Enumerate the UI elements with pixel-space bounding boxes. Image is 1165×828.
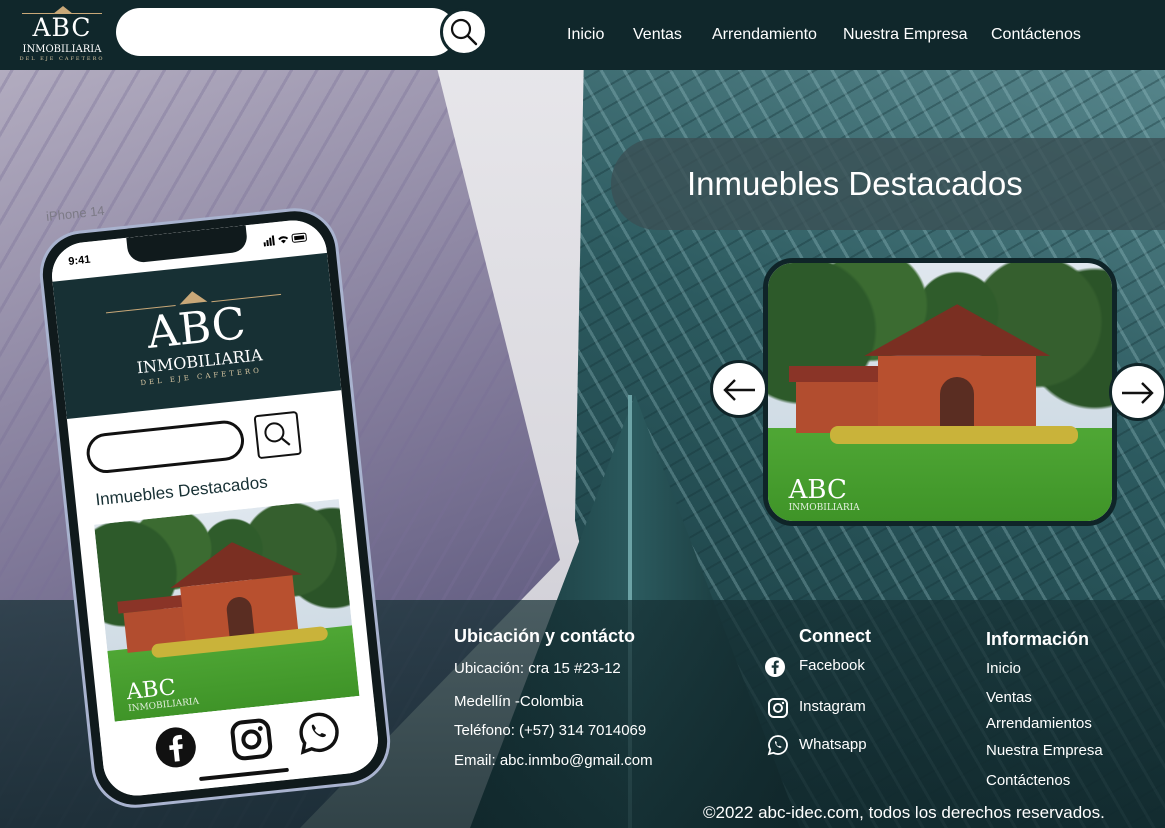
phone-search-button: [253, 410, 302, 460]
arrow-left-icon: [723, 379, 755, 401]
logo-abc: ABC: [32, 13, 92, 42]
facebook-icon: [155, 727, 196, 768]
footer-phone: Teléfono: (+57) 314 7014069: [454, 722, 647, 739]
search-icon: [450, 18, 478, 46]
footer-city: Medellín -Colombia: [454, 693, 584, 710]
footer-location-heading: Ubicación y contácto: [454, 626, 636, 646]
footer-email[interactable]: Email: abc.inmbo@gmail.com: [454, 752, 653, 769]
phone-logo: ABC INMOBILIARIA DEL EJE CAFETERO: [95, 281, 300, 401]
footer-info-contactenos[interactable]: Contáctenos: [986, 772, 1070, 789]
footer-info-inicio[interactable]: Inicio: [986, 660, 1021, 677]
instagram-icon: [230, 718, 273, 761]
carousel-prev-button[interactable]: [710, 360, 768, 418]
phone-featured-title: Inmuebles Destacados: [94, 472, 269, 510]
footer-info-arrendamientos[interactable]: Arrendamientos: [986, 715, 1092, 732]
logo-tagline: DEL EJE CAFETERO: [19, 56, 105, 62]
footer-info-nuestra-empresa[interactable]: Nuestra Empresa: [986, 742, 1103, 759]
instagram-icon[interactable]: [767, 697, 789, 719]
phone-home-indicator: [199, 767, 289, 782]
phone-property-image: ABC INMOBILIARIA: [94, 499, 360, 722]
facebook-icon[interactable]: [764, 656, 786, 678]
nav-nuestra-empresa[interactable]: Nuestra Empresa: [843, 26, 968, 44]
logo-inmobiliaria: INMOBILIARIA: [22, 44, 102, 55]
image-watermark: ABC INMOBILIARIA: [788, 475, 860, 514]
footer-address: Ubicación: cra 15 #23-12: [454, 660, 621, 677]
featured-carousel[interactable]: ABC INMOBILIARIA: [763, 258, 1117, 526]
whatsapp-icon: [299, 712, 339, 755]
footer-info-heading: Información: [986, 629, 1090, 649]
nav-ventas[interactable]: Ventas: [633, 26, 682, 44]
nav-contactenos[interactable]: Contáctenos: [991, 26, 1081, 44]
search-bar: [116, 8, 488, 56]
search-icon: [264, 422, 291, 446]
whatsapp-icon[interactable]: [767, 734, 789, 756]
featured-title: Inmuebles Destacados: [687, 165, 1023, 202]
arrow-right-icon: [1122, 382, 1154, 404]
phone-app-header: ABC INMOBILIARIA DEL EJE CAFETERO: [52, 252, 342, 419]
header: ABC INMOBILIARIA DEL EJE CAFETERO Inicio…: [0, 0, 1165, 70]
logo[interactable]: ABC INMOBILIARIA DEL EJE CAFETERO: [16, 4, 108, 64]
copyright: ©2022 abc-idec.com, todos los derechos r…: [703, 803, 1105, 822]
footer-info-ventas[interactable]: Ventas: [986, 689, 1032, 706]
status-icons: [263, 232, 307, 247]
carousel-next-button[interactable]: [1109, 363, 1165, 421]
search-input[interactable]: [116, 8, 456, 56]
footer-facebook-link[interactable]: Facebook: [799, 657, 865, 674]
footer-whatsapp-link[interactable]: Whatsapp: [799, 736, 867, 753]
phone-mockup: 9:41 ABC INMOBILIARIA DEL EJE CAFETERO I…: [35, 203, 395, 813]
footer-instagram-link[interactable]: Instagram: [799, 698, 866, 715]
footer-connect-heading: Connect: [799, 626, 871, 646]
phone-search-input: [84, 418, 246, 476]
phone-time: 9:41: [67, 253, 92, 268]
nav-inicio[interactable]: Inicio: [567, 26, 604, 44]
nav-arrendamiento[interactable]: Arrendamiento: [712, 26, 817, 44]
property-image[interactable]: ABC INMOBILIARIA: [768, 263, 1112, 521]
phone-screen: 9:41 ABC INMOBILIARIA DEL EJE CAFETERO I…: [48, 217, 382, 799]
search-button[interactable]: [440, 8, 488, 56]
